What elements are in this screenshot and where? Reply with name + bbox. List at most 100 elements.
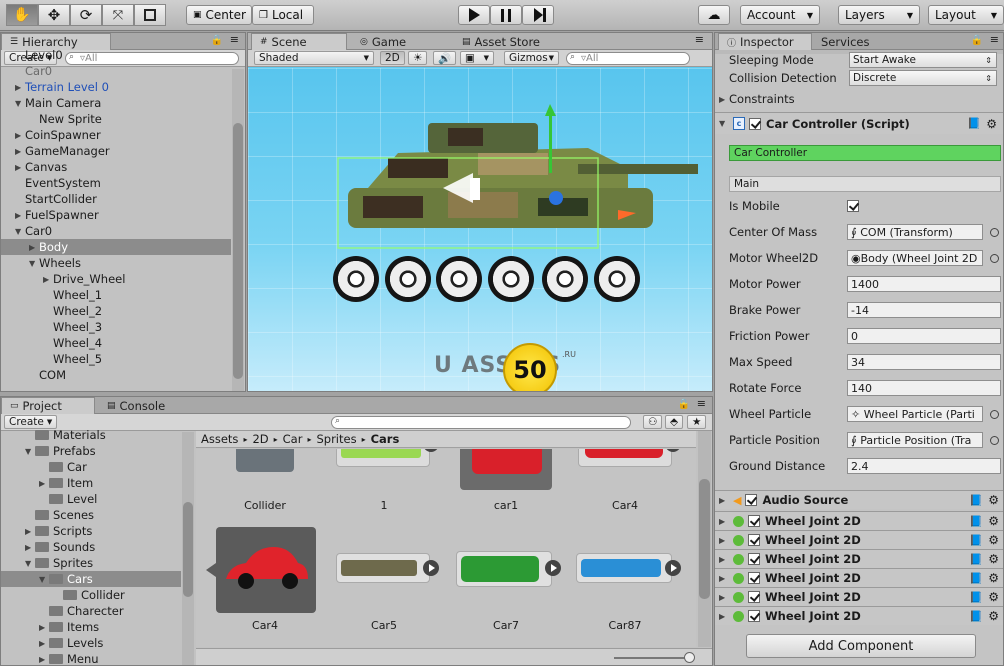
gear-icon[interactable]: ⚙ xyxy=(988,552,999,566)
project-tree-scrollbar[interactable] xyxy=(182,432,194,665)
chevron-right-icon[interactable]: ▶ xyxy=(15,147,25,156)
car-controller-header[interactable]: ▼ c Car Controller (Script) 📘 ⚙ xyxy=(715,112,1003,134)
gear-icon[interactable]: ⚙ xyxy=(988,571,999,585)
value-input[interactable]: 140 xyxy=(847,380,1001,396)
project-create-button[interactable]: Create ▼ xyxy=(4,415,58,429)
object-field[interactable]: ⨚ COM (Transform) xyxy=(847,224,983,240)
audio-toggle[interactable]: 🔊 xyxy=(433,51,457,65)
hierarchy-item[interactable]: Wheel_1 xyxy=(1,287,231,303)
asset-label[interactable]: Car4 xyxy=(575,499,675,512)
wheel-sprite[interactable] xyxy=(436,256,482,302)
gear-icon[interactable]: ⚙ xyxy=(988,609,999,623)
tank-sprite[interactable] xyxy=(328,98,698,268)
wheel-sprite[interactable] xyxy=(542,256,588,302)
folder-item[interactable]: ▼ Sprites xyxy=(1,555,181,571)
scene-viewport[interactable]: U ASSETS .RU 50 xyxy=(248,68,712,391)
asset-label[interactable]: Car87 xyxy=(575,619,675,632)
chevron-right-icon[interactable]: ▶ xyxy=(15,131,25,140)
asset-thumbnail[interactable] xyxy=(336,553,439,583)
asset-thumbnail[interactable] xyxy=(578,449,681,467)
wheel-sprite[interactable] xyxy=(333,256,379,302)
help-book-icon[interactable]: 📘 xyxy=(969,494,983,507)
hierarchy-item[interactable]: StartCollider xyxy=(1,191,231,207)
sleeping-mode-dropdown[interactable]: Start Awake ⇕ xyxy=(849,52,997,68)
hierarchy-item[interactable]: ▼ Car0 xyxy=(1,223,231,239)
asset-label[interactable]: Car4 xyxy=(215,619,315,632)
hierarchy-scrollbar[interactable] xyxy=(232,69,244,391)
folder-item[interactable]: ▶ Levels xyxy=(1,635,181,651)
chevron-right-icon[interactable]: ▶ xyxy=(25,527,35,536)
panel-menu-icon[interactable]: ≡ xyxy=(230,33,239,46)
asset-thumbnail-selected[interactable] xyxy=(216,527,316,613)
asset-label[interactable]: car1 xyxy=(456,499,556,512)
hierarchy-item[interactable]: Wheel_4 xyxy=(1,335,231,351)
favorites-button[interactable]: ★ xyxy=(687,415,707,429)
object-picker-icon[interactable] xyxy=(990,435,999,445)
wheel-sprite[interactable] xyxy=(385,256,431,302)
help-book-icon[interactable]: 📘 xyxy=(969,553,983,566)
pause-button[interactable] xyxy=(490,5,522,25)
lock-icon[interactable]: 🔒 xyxy=(678,399,690,410)
chevron-right-icon[interactable]: ▶ xyxy=(25,543,35,552)
chevron-down-icon[interactable]: ▼ xyxy=(25,447,35,456)
folder-item-selected[interactable]: ▼ Cars xyxy=(1,571,181,587)
help-book-icon[interactable]: 📘 xyxy=(969,515,983,528)
scrollbar-thumb[interactable] xyxy=(699,479,710,599)
chevron-right-icon[interactable]: ▶ xyxy=(15,211,25,220)
tab-asset-store[interactable]: ▤ Asset Store xyxy=(454,33,548,50)
gear-icon[interactable]: ⚙ xyxy=(988,493,999,507)
pivot-center-button[interactable]: ▣ Center xyxy=(186,5,252,25)
tab-game[interactable]: ◎ Game xyxy=(352,33,414,50)
hierarchy-item[interactable]: New Sprite xyxy=(1,111,231,127)
chevron-right-icon[interactable]: ▶ xyxy=(39,479,49,488)
help-book-icon[interactable]: 📘 xyxy=(969,591,983,604)
hierarchy-item[interactable]: ▶ FuelSpawner xyxy=(1,207,231,223)
component-enabled-checkbox[interactable] xyxy=(745,494,758,506)
help-book-icon[interactable]: 📘 xyxy=(969,572,983,585)
scene-search-input[interactable]: ▿All ⌕ xyxy=(566,52,690,65)
folder-item[interactable]: Materials xyxy=(1,430,181,443)
component-enabled-checkbox[interactable] xyxy=(749,117,761,130)
help-book-icon[interactable]: 📘 xyxy=(967,117,981,130)
panel-menu-icon[interactable]: ≡ xyxy=(990,33,999,46)
breadcrumb-item[interactable]: Assets xyxy=(201,432,238,446)
folder-item[interactable]: Car xyxy=(1,459,181,475)
component-enabled-checkbox[interactable] xyxy=(748,515,760,527)
component-header[interactable]: ▶ Wheel Joint 2D 📘 ⚙ xyxy=(715,568,1003,587)
lighting-toggle[interactable]: ☀ xyxy=(408,51,428,65)
collision-detection-dropdown[interactable]: Discrete ⇕ xyxy=(849,70,997,86)
gear-icon[interactable]: ⚙ xyxy=(986,117,997,131)
folder-item[interactable]: ▼ Prefabs xyxy=(1,443,181,459)
hierarchy-item-selected[interactable]: ▶ Body xyxy=(1,239,231,255)
lock-icon[interactable]: 🔒 xyxy=(971,35,983,46)
main-header-field[interactable]: Main xyxy=(729,176,1001,192)
component-enabled-checkbox[interactable] xyxy=(748,591,760,603)
tab-console[interactable]: ▤ Console xyxy=(99,397,173,414)
chevron-right-icon[interactable]: ▶ xyxy=(15,163,25,172)
tab-inspector[interactable]: ⓘ Inspector xyxy=(718,33,812,50)
pivot-local-button[interactable]: ❒ Local xyxy=(252,5,314,25)
breadcrumb-item[interactable]: Sprites xyxy=(316,432,356,446)
filter-label-button[interactable]: ⬘ xyxy=(665,415,684,429)
object-picker-icon[interactable] xyxy=(990,409,999,419)
component-header[interactable]: ▶ Wheel Joint 2D 📘 ⚙ xyxy=(715,549,1003,568)
zoom-slider-thumb[interactable] xyxy=(684,652,695,663)
object-field[interactable]: ⨚ Particle Position (Tra xyxy=(847,432,983,448)
layout-dropdown[interactable]: Layout ▼ xyxy=(928,5,1004,25)
component-enabled-checkbox[interactable] xyxy=(748,572,760,584)
rotate-tool-button[interactable]: ⟳ xyxy=(70,4,102,26)
hierarchy-item[interactable]: COM xyxy=(1,367,231,383)
play-button[interactable] xyxy=(458,5,490,25)
hierarchy-item[interactable]: Level0 xyxy=(1,47,231,63)
chevron-down-icon[interactable]: ▼ xyxy=(39,575,49,584)
chevron-right-icon[interactable]: ▶ xyxy=(39,623,49,632)
folder-item[interactable]: ▶ Sounds xyxy=(1,539,181,555)
tab-services[interactable]: Services xyxy=(813,33,878,50)
hierarchy-item[interactable]: Wheel_3 xyxy=(1,319,231,335)
wheel-sprite[interactable] xyxy=(488,256,534,302)
asset-label[interactable]: Collider xyxy=(215,499,315,512)
hierarchy-item[interactable]: Car0 xyxy=(1,63,231,79)
coin-sprite[interactable]: 50 xyxy=(503,343,557,391)
asset-thumbnail[interactable] xyxy=(576,553,681,583)
lock-icon[interactable]: 🔒 xyxy=(211,35,223,46)
